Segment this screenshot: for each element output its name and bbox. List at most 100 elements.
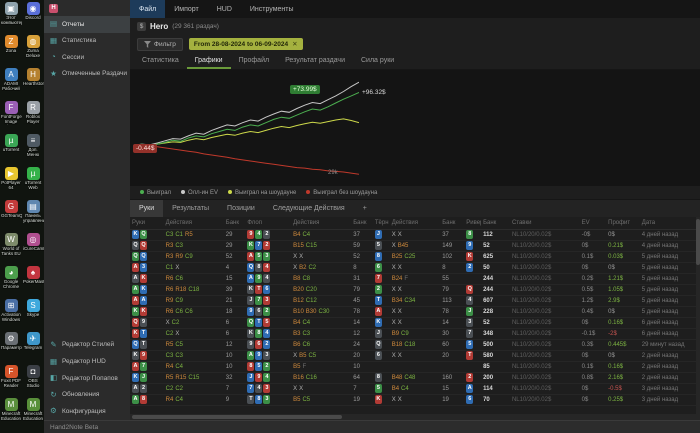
hand-row[interactable]: A 3 C1 X 4 Q 8 4 X B2 C2 8 6 X X 8 2 50 NL10/20/0.02$ 0$ 0$ 5…: [130, 262, 700, 274]
sidebar-item-обновления[interactable]: ↻ Обновления: [44, 387, 130, 404]
view-tab-результат-раздачи[interactable]: Результат раздачи: [277, 53, 353, 69]
menu-tab-hud[interactable]: HUD: [208, 0, 241, 18]
column-header-13[interactable]: Профит: [606, 217, 640, 230]
hands-tab-позиции[interactable]: Позиции: [218, 200, 264, 217]
legend-item-олл-ин-ev[interactable]: Олл-ин EV: [181, 189, 218, 196]
column-header-7[interactable]: Действия: [389, 217, 441, 230]
sidebar-item-редактор-hud[interactable]: ▦ Редактор HUD: [44, 354, 130, 371]
hand-row[interactable]: K K R6 C6 C6 18 9 6 2 B10 B30 C30 78 A X X 78 J 228 NL10/20…: [130, 306, 700, 318]
desktop-icon-activation-windows[interactable]: ⊞ Activation Windows: [0, 298, 22, 331]
column-header-0[interactable]: Руки: [130, 217, 164, 230]
sidebar-item-отмеченные-раздачи[interactable]: ★ Отмеченные Раздачи: [44, 66, 130, 83]
hand-row[interactable]: Q T R5 C5 12 9 6 2 B6 C6 24 Q B18 C18 60 5 500 NL10/20/0.…: [130, 339, 700, 351]
column-header-1[interactable]: Действия: [163, 217, 224, 230]
legend-item-выиграл[interactable]: Выиграл: [140, 189, 171, 196]
horizontal-scrollbar-thumb[interactable]: [132, 415, 342, 419]
desktop-icon-utorrent[interactable]: µ uTorrent: [0, 133, 22, 166]
sidebar-item-редактор-попапов[interactable]: ◧ Редактор Попапов: [44, 370, 130, 387]
hand-row[interactable]: A K R6 C6 15 A 9 4 B8 C8 31 7 B24 F 55 244 NL10/20/0.02$…: [130, 273, 700, 285]
column-header-3[interactable]: Флоп: [245, 217, 292, 230]
desktop-icon-utorrent-web[interactable]: µ uTorrent Web: [22, 166, 44, 199]
desktop-icon-icurecamenc[interactable]: ◎iCureCamEnc: [22, 232, 44, 265]
column-header-6[interactable]: Тёрн: [372, 217, 390, 230]
player-name[interactable]: Hero: [150, 22, 168, 31]
hand-row[interactable]: Q 9 X C2 6 Q T 5 B4 C4 14 K X X 14 3 52 NL10/20/0.02$ 0$ 0.…: [130, 317, 700, 329]
column-header-10[interactable]: Банк: [481, 217, 510, 230]
desktop-icon-world-of-tanks-eu[interactable]: W World of Tanks EU: [0, 232, 22, 265]
desktop-icon-zona[interactable]: Z Zona: [0, 34, 22, 67]
view-tab-графики[interactable]: Графики: [186, 53, 231, 69]
desktop-icon-hearthstone[interactable]: HHearthstone: [22, 67, 44, 100]
action-token: F: [404, 275, 409, 282]
hands-tab-руки[interactable]: Руки: [130, 200, 164, 217]
view-tab-статистика[interactable]: Статистика: [134, 53, 187, 69]
menu-tab-файл[interactable]: Файл: [130, 0, 166, 18]
action-token: C25: [404, 253, 416, 260]
desktop-icon-foxit-pdf-reader[interactable]: F Foxit PDF Reader: [0, 364, 22, 397]
desktop-icon-доп-меню[interactable]: ≡ Доп. Меню: [22, 133, 44, 166]
sidebar-item-конфигурация[interactable]: ⚙ Конфигурация: [44, 403, 130, 420]
desktop-icon-discord[interactable]: ◉ Discord: [22, 1, 44, 34]
hand-row[interactable]: A K R6 R18 C18 39 K T 6 B20 C20 79 2 X X 79 Q 244 NL10/20/…: [130, 284, 700, 296]
column-header-12[interactable]: EV: [579, 217, 607, 230]
desktop-icon-панель-управления[interactable]: ▤Панель управления: [22, 199, 44, 232]
desktop-icon-ggteamqfc[interactable]: GGGTeamQFC: [0, 199, 22, 232]
hand-row[interactable]: K 9 C3 C3 10 A 9 3 X B5 C5 20 6 X X 20 T 580 NL10/20/0.02$…: [130, 350, 700, 362]
sidebar-item-сессии[interactable]: ◔ Сессии: [44, 49, 130, 66]
desktop-icon-potplayer-64[interactable]: ▶ PotPlayer 64: [0, 166, 22, 199]
desktop-icon-roblox-player[interactable]: R Roblox Player: [22, 100, 44, 133]
hand-row[interactable]: K Q C3 C1 R5 29 9 4 2 B4 C4 37 J X X 37 8 112 NL10/20/0.02…: [130, 229, 700, 241]
view-tab-сила-руки[interactable]: Сила руки: [353, 53, 402, 69]
desktop-icon-telegram[interactable]: ✈ Telegram: [22, 331, 44, 364]
desktop-icon-adami-рабочий[interactable]: A ADAMI Рабочий: [0, 67, 22, 100]
menu-tab-импорт[interactable]: Импорт: [165, 0, 207, 18]
hand-row[interactable]: A 8 R4 C4 9 T 8 3 B5 C5 19 K X X 19 6 70 NL10/20/0.02$ 0$ 0…: [130, 394, 700, 406]
desktop-icon-label: Google Chrome: [2, 279, 19, 290]
column-header-14[interactable]: Дата: [639, 217, 700, 230]
desktop-icon-fontforge-image-viewer[interactable]: FFontForge Image Viewer: [0, 100, 22, 133]
remove-filter-icon[interactable]: ✕: [292, 40, 297, 48]
flop-cards: QT5: [245, 317, 292, 329]
sidebar-item-статистика[interactable]: ▦ Статистика: [44, 33, 130, 50]
hand-row[interactable]: Q Q R3 C3 29 K 7 2 B15 C15 59 5 X B45 149 9 52 NL10/20/0.…: [130, 240, 700, 252]
legend-item-выиграл-на-шоудауне[interactable]: Выиграл на шоудауне: [227, 189, 296, 196]
desktop-icon-pokermaster[interactable]: ♠PokerMaster: [22, 265, 44, 298]
horizontal-scrollbar[interactable]: [130, 414, 700, 420]
desktop-icon-skype[interactable]: S Skype: [22, 298, 44, 331]
legend-item-выиграл-без-шоудауна[interactable]: Выиграл без шоудауна: [306, 189, 377, 196]
hands-tab-результаты[interactable]: Результаты: [163, 200, 218, 217]
vertical-scrollbar[interactable]: [696, 217, 700, 414]
date-range-filter-pill[interactable]: From 28-08-2024 to 06-09-2024 ✕: [188, 38, 303, 50]
column-header-5[interactable]: Банк: [351, 217, 373, 230]
desktop-icon-obs-studio[interactable]: ◘ OBS Studio: [22, 364, 44, 397]
menu-tab-инструменты[interactable]: Инструменты: [241, 0, 303, 18]
hand-row[interactable]: K J R5 R15 C15 32 J 9 4 B16 C16 64 8 B48 C48 160 2 200 NL1…: [130, 372, 700, 384]
hand-row[interactable]: A 7 R4 C4 10 8 5 2 B5 F 10 85 NL10/20/0.02$ 0.1$ 0.16$…: [130, 361, 700, 373]
column-header-9[interactable]: Ривер: [464, 217, 482, 230]
currency-icon[interactable]: $: [137, 22, 146, 31]
desktop-icon-параметры[interactable]: ⚙Параметры: [0, 331, 22, 364]
action-token: X: [391, 286, 396, 293]
hand-row[interactable]: Q Q R3 R9 C9 52 A 5 3 X X 52 8 B25 C25 102 K 625 NL10/20/0…: [130, 251, 700, 263]
desktop-icon-этот-компьютер[interactable]: ▣ Этот компьютер: [0, 1, 22, 34]
filter-button[interactable]: Фильтр: [137, 37, 183, 51]
hands-tab-следующие-действия[interactable]: Следующие Действия: [264, 200, 354, 217]
hand-row[interactable]: K T C2 X 6 K 8 4 B3 C3 12 J B9 C9 30 7 348 NL10/20/0.02$ -…: [130, 328, 700, 340]
desktop-icon-zuma-deluxe[interactable]: ◍ Zuma Deluxe: [22, 34, 44, 67]
hand-row[interactable]: A 2 C2 C2 7 7 4 3 X X 7 5 B4 C4 15 A 114 NL10/20/0.02$ 0$ -…: [130, 383, 700, 395]
sidebar-item-отчеты[interactable]: ▤ Отчеты: [44, 16, 130, 33]
column-header-4[interactable]: Действия: [291, 217, 352, 230]
desktop-icon-google-chrome[interactable]: ◕ Google Chrome: [0, 265, 22, 298]
column-header-11[interactable]: Ставки: [509, 217, 580, 230]
vertical-scrollbar-thumb[interactable]: [696, 219, 700, 265]
hand-row[interactable]: A A R9 C9 21 J 7 3 B12 C12 45 T B34 C34 113 4 607 NL10/20…: [130, 295, 700, 307]
hands-tab-+[interactable]: +: [354, 200, 376, 217]
column-header-8[interactable]: Банк: [440, 217, 465, 230]
profit-value: 2.9$: [606, 295, 640, 307]
view-tab-профайл[interactable]: Профайл: [231, 53, 277, 69]
desktop-icon-minecraft-education[interactable]: M Minecraft Education: [0, 397, 22, 430]
column-header-2[interactable]: Банк: [223, 217, 246, 230]
pot-flop: 78: [351, 306, 373, 318]
desktop-icon-minecraft-education[interactable]: M Minecraft Education: [22, 397, 44, 430]
sidebar-item-редактор-стилей[interactable]: ✎ Редактор Стилей: [44, 337, 130, 354]
